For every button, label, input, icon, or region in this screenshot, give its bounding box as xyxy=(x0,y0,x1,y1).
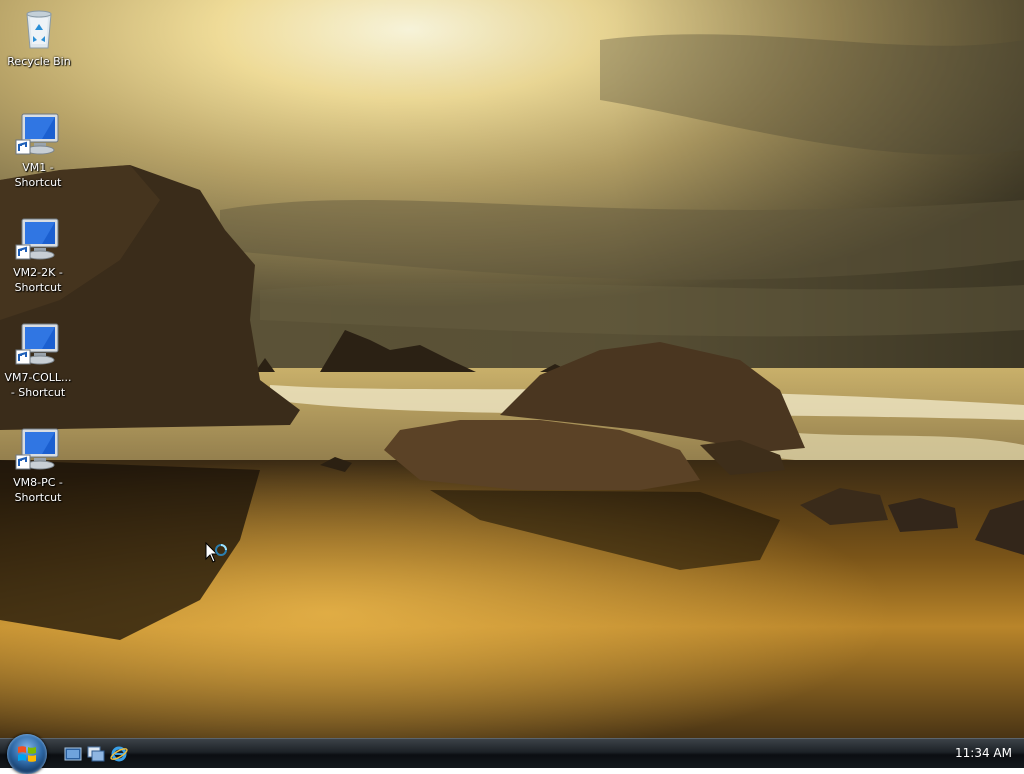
windows-start-orb-icon xyxy=(18,746,36,762)
computer-shortcut-icon xyxy=(14,320,62,368)
desktop-icon-label: VM8-PC - Shortcut xyxy=(13,476,63,504)
desktop-icon-vm7-coll-shortcut[interactable]: VM7-COLL... - Shortcut xyxy=(0,320,76,400)
recycle-bin-icon xyxy=(15,4,63,52)
desktop-icon-vm8-pc-shortcut[interactable]: VM8-PC - Shortcut xyxy=(0,425,76,505)
desktop-icon-vm2-2k-shortcut[interactable]: VM2-2K - Shortcut xyxy=(0,215,76,295)
taskbar: 11:34 AM xyxy=(0,734,1024,774)
busy-cursor-icon xyxy=(205,542,227,563)
wallpaper-image xyxy=(0,0,1024,738)
desktop-icon-label: VM7-COLL... - Shortcut xyxy=(4,371,72,399)
switch-windows-icon[interactable] xyxy=(87,745,105,763)
show-desktop-icon[interactable] xyxy=(64,745,82,763)
computer-shortcut-icon xyxy=(14,425,62,473)
desktop[interactable]: Recycle Bin VM1 - Shortcut VM2-2K - Shor… xyxy=(0,0,1024,738)
desktop-icon-recycle-bin[interactable]: Recycle Bin xyxy=(1,4,77,69)
start-button[interactable] xyxy=(7,734,47,774)
computer-shortcut-icon xyxy=(14,110,62,158)
computer-shortcut-icon xyxy=(14,215,62,263)
taskbar-clock[interactable]: 11:34 AM xyxy=(955,746,1012,760)
desktop-icon-label: VM1 - Shortcut xyxy=(14,161,62,189)
desktop-icon-label: Recycle Bin xyxy=(7,55,71,68)
desktop-icon-label: VM2-2K - Shortcut xyxy=(13,266,63,294)
internet-explorer-icon[interactable] xyxy=(110,745,128,763)
desktop-icon-vm1-shortcut[interactable]: VM1 - Shortcut xyxy=(0,110,76,190)
